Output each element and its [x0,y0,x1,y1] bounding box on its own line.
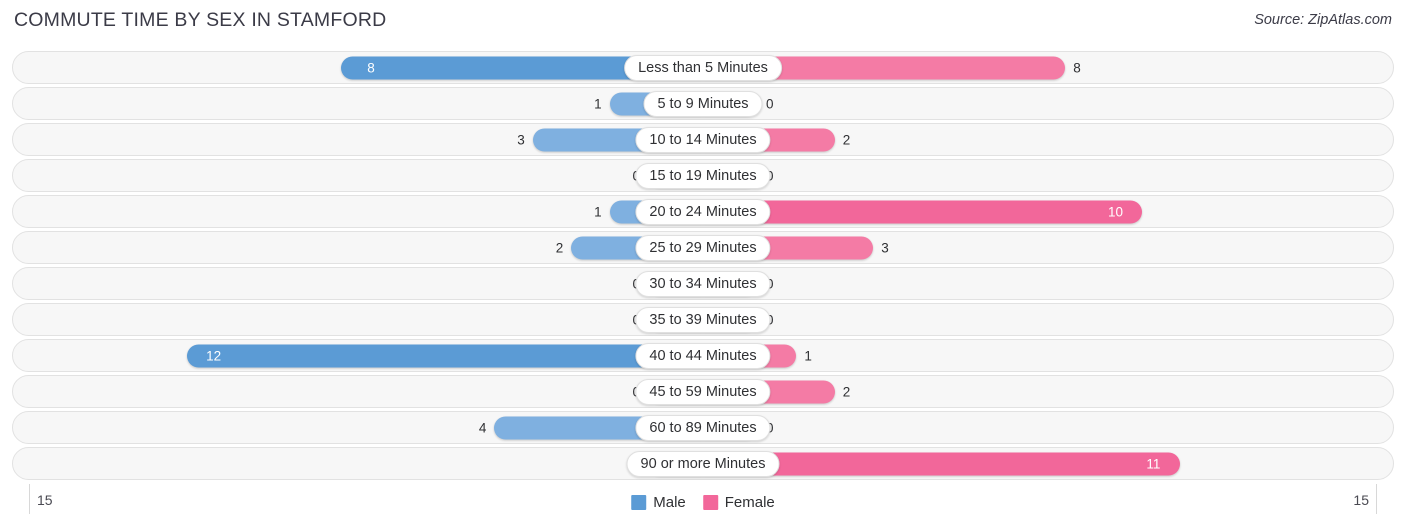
chart-row: 12 1 40 to 44 Minutes [12,339,1394,372]
category-label: 35 to 39 Minutes [635,306,771,333]
chart-row: 2 3 25 to 29 Minutes [12,231,1394,264]
bar-male [187,344,703,367]
bar-value-male: 1 [594,203,602,219]
bar-value-male: 2 [555,239,564,255]
bar-value-female: 11 [1146,455,1161,471]
page-title: COMMUTE TIME BY SEX IN STAMFORD [14,9,387,31]
chart-row-track: 8 8 Less than 5 Minutes [13,52,1393,83]
category-label: 15 to 19 Minutes [635,162,771,189]
category-label: 60 to 89 Minutes [635,414,771,441]
chart-row: 4060 to 89 Minutes [12,411,1394,444]
chart-plot-area: 8 8 Less than 5 Minutes 1 0 5 to 9 Minutes 3 2 1… [12,51,1394,482]
legend-swatch-icon [702,495,718,510]
legend-item[interactable]: Female [702,494,775,511]
chart-row-track: 2 3 25 to 29 Minutes [13,232,1393,263]
chart-row-track: 0245 to 59 Minutes [13,376,1393,407]
chart-row-track: 12 1 40 to 44 Minutes [13,340,1393,371]
category-label: 25 to 29 Minutes [635,234,771,261]
legend-label: Male [653,494,686,511]
category-label: 10 to 14 Minutes [635,126,771,153]
legend-item[interactable]: Male [631,494,686,511]
bar-value-male: 4 [478,419,487,435]
category-label: Less than 5 Minutes [624,54,782,81]
chart-row-track: 01190 or more Minutes [13,448,1393,479]
axis-tick-left [29,484,30,514]
bar-value-female: 2 [842,131,851,147]
category-label: 45 to 59 Minutes [635,378,771,405]
chart-row: 0030 to 34 Minutes [12,267,1394,300]
chart-row: 0245 to 59 Minutes [12,375,1394,408]
chart-row-track: 0030 to 34 Minutes [13,268,1393,299]
chart-container: COMMUTE TIME BY SEX IN STAMFORD Source: … [0,0,1406,522]
legend-label: Female [724,494,775,511]
chart-row: 0035 to 39 Minutes [12,303,1394,336]
bar-value-male: 3 [517,131,525,147]
chart-row: 01190 or more Minutes [12,447,1394,480]
chart-row: 3 2 10 to 14 Minutes [12,123,1394,156]
chart-row-track: 0035 to 39 Minutes [13,304,1393,335]
category-label: 30 to 34 Minutes [635,270,771,297]
chart-row-track: 0015 to 19 Minutes [13,160,1393,191]
bar-value-female: 10 [1108,203,1124,219]
chart-row: 8 8 Less than 5 Minutes [12,51,1394,84]
axis-label-left: 15 [37,492,53,508]
chart-legend: Male Female [631,494,775,511]
chart-row: 0015 to 19 Minutes [12,159,1394,192]
source-attribution: Source: ZipAtlas.com [1254,12,1392,28]
chart-row: 1 05 to 9 Minutes [12,87,1394,120]
category-label: 90 or more Minutes [626,450,780,477]
category-label: 20 to 24 Minutes [635,198,771,225]
chart-row-track: 3 2 10 to 14 Minutes [13,124,1393,155]
chart-row: 1 10 20 to 24 Minutes [12,195,1394,228]
bar-value-male: 1 [594,95,602,111]
legend-swatch-icon [631,495,647,510]
chart-row-track: 4060 to 89 Minutes [13,412,1393,443]
category-label: 5 to 9 Minutes [643,90,763,117]
bar-value-male: 8 [367,59,375,75]
axis-tick-right [1376,484,1377,514]
chart-row-track: 1 10 20 to 24 Minutes [13,196,1393,227]
axis-label-right: 15 [1353,492,1369,508]
bar-value-female: 1 [804,347,812,363]
bar-value-female: 3 [881,239,889,255]
bar-value-female: 2 [842,383,851,399]
bar-value-male: 12 [206,347,222,363]
bar-value-female: 8 [1073,59,1081,75]
bar-value-female: 0 [766,95,774,111]
category-label: 40 to 44 Minutes [635,342,771,369]
chart-row-track: 1 05 to 9 Minutes [13,88,1393,119]
